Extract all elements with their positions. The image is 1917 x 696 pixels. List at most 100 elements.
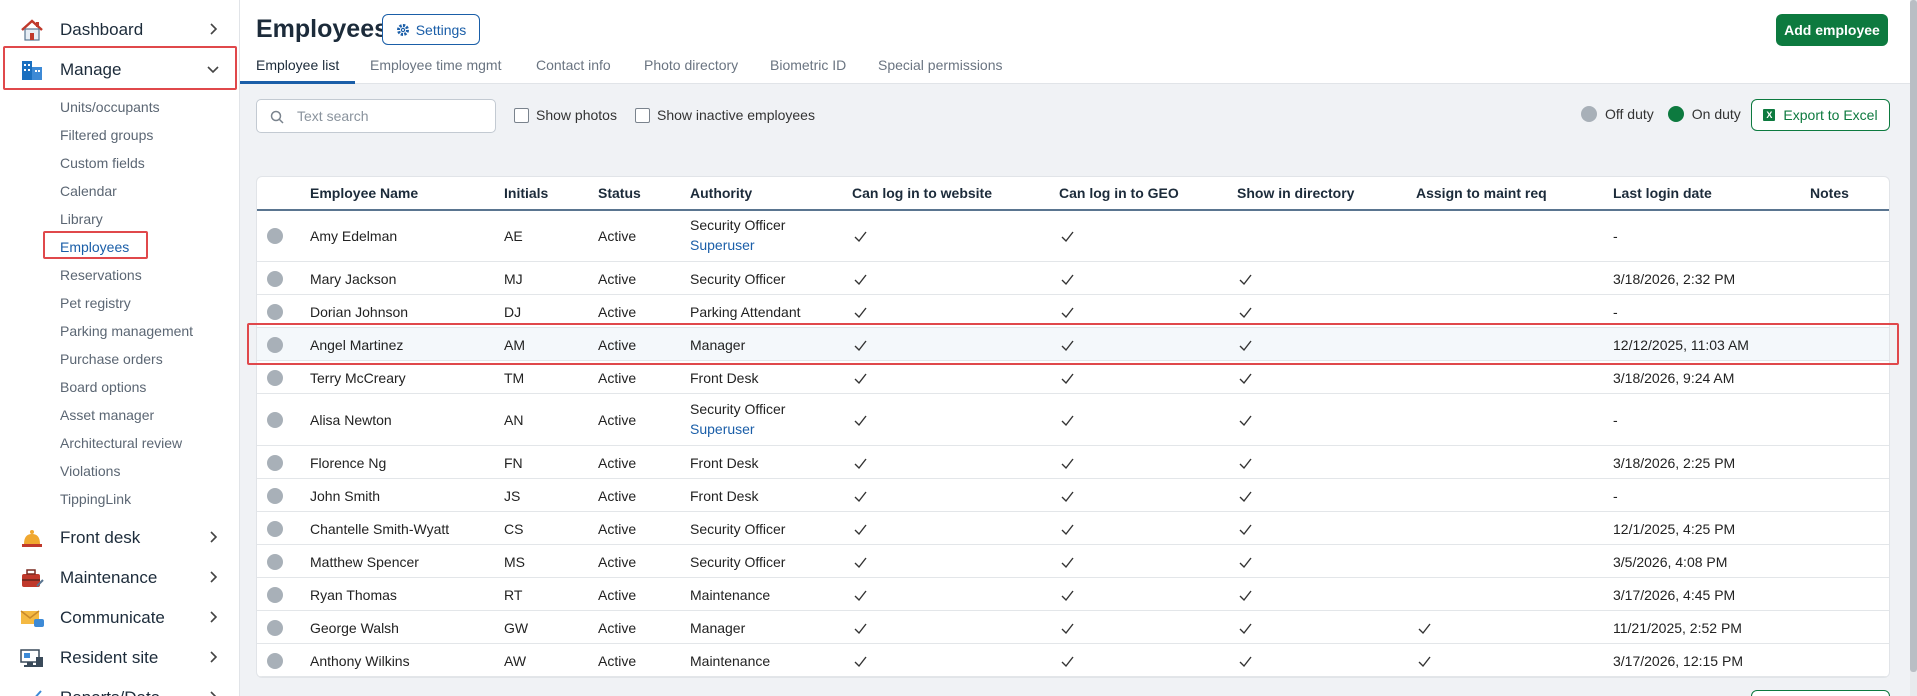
- duty-status-dot: [267, 271, 283, 287]
- last-login-date: -: [1613, 228, 1618, 244]
- employee-initials: TM: [504, 370, 525, 386]
- sidebar-item-label: Resident site: [60, 648, 159, 667]
- table-row[interactable]: Alisa Newton AN Active Security Officer Supe…: [257, 394, 1889, 446]
- check-icon: [1060, 489, 1075, 504]
- sidebar-item-dashboard[interactable]: Dashboard: [0, 10, 240, 50]
- tab-employee-list[interactable]: Employee list: [256, 57, 339, 73]
- check-icon: [1060, 555, 1075, 570]
- table-row[interactable]: Mary Jackson MJ Active Security Officer 3/18…: [257, 262, 1889, 295]
- sidebar-sub-library[interactable]: Library: [60, 210, 103, 228]
- show-inactive-checkbox[interactable]: [635, 107, 650, 123]
- employee-status: Active: [598, 271, 637, 287]
- sidebar-sub-architectural-review[interactable]: Architectural review: [60, 434, 182, 452]
- check-icon: [1060, 522, 1075, 537]
- employee-name: John Smith: [310, 488, 381, 504]
- employee-initials: RT: [504, 587, 523, 603]
- search-input[interactable]: [297, 106, 487, 126]
- check-icon: [1060, 654, 1075, 669]
- check-icon: [1238, 456, 1253, 471]
- employee-status: Active: [598, 554, 637, 570]
- sidebar-item-manage[interactable]: Manage: [0, 50, 240, 90]
- table-row[interactable]: Terry McCreary TM Active Front Desk 3/18/202…: [257, 361, 1889, 394]
- export-excel-button[interactable]: X Export to Excel: [1751, 99, 1890, 131]
- check-icon: [853, 272, 868, 287]
- check-icon: [1060, 305, 1075, 320]
- show-inactive-toggle[interactable]: Show inactive employees: [635, 107, 815, 123]
- check-icon: [1238, 272, 1253, 287]
- duty-legend: Off duty On duty: [1581, 106, 1741, 122]
- sidebar-item-resident-site[interactable]: Resident site: [0, 638, 240, 678]
- last-login-date: 12/12/2025, 11:03 AM: [1613, 337, 1749, 353]
- tab-contact-info[interactable]: Contact info: [536, 57, 611, 73]
- show-photos-checkbox[interactable]: [514, 107, 529, 123]
- table-row[interactable]: Ryan Thomas RT Active Maintenance 3/17/2026,…: [257, 578, 1889, 611]
- column-header-authority[interactable]: Authority: [690, 185, 752, 201]
- table-row[interactable]: Florence Ng FN Active Front Desk 3/18/2026, …: [257, 446, 1889, 479]
- employee-authority: Security Officer: [690, 401, 786, 417]
- check-icon: [1060, 272, 1075, 287]
- chevron-right-icon: [210, 531, 218, 543]
- column-header-name[interactable]: Employee Name: [310, 185, 418, 201]
- last-login-date: 3/17/2026, 12:15 PM: [1613, 653, 1743, 669]
- check-icon: [1060, 588, 1075, 603]
- sidebar-sub-reservations[interactable]: Reservations: [60, 266, 142, 284]
- table-row[interactable]: Amy Edelman AE Active Security Officer Super…: [257, 210, 1889, 262]
- sidebar-sub-purchase-orders[interactable]: Purchase orders: [60, 350, 163, 368]
- tab-photo-directory[interactable]: Photo directory: [644, 57, 738, 73]
- column-header-last-login[interactable]: Last login date: [1613, 185, 1712, 201]
- sidebar-sub-board-options[interactable]: Board options: [60, 378, 146, 396]
- table-row[interactable]: Dorian Johnson DJ Active Parking Attendant -: [257, 295, 1889, 328]
- sidebar-sub-pet-registry[interactable]: Pet registry: [60, 294, 131, 312]
- sidebar-sub-violations[interactable]: Violations: [60, 462, 120, 480]
- sidebar-sub-calendar[interactable]: Calendar: [60, 182, 117, 200]
- column-header-web-login[interactable]: Can log in to website: [852, 185, 992, 201]
- employee-name: Anthony Wilkins: [310, 653, 410, 669]
- sidebar-sub-tippinglink[interactable]: TippingLink: [60, 490, 131, 508]
- top-bar: Employees Settings Add employee Employee…: [240, 0, 1910, 84]
- employee-name: Mary Jackson: [310, 271, 397, 287]
- sidebar-item-reports-data[interactable]: Reports/Data: [0, 678, 240, 696]
- settings-button[interactable]: Settings: [382, 14, 480, 45]
- table-row[interactable]: John Smith JS Active Front Desk -: [257, 479, 1889, 512]
- sidebar-sub-employees[interactable]: Employees: [60, 238, 129, 256]
- employee-authority: Maintenance: [690, 653, 771, 669]
- column-header-geo-login[interactable]: Can log in to GEO: [1059, 185, 1179, 201]
- sidebar-item-label: Dashboard: [60, 20, 144, 39]
- bell-icon: [22, 530, 42, 547]
- sidebar-sub-custom-fields[interactable]: Custom fields: [60, 154, 145, 172]
- column-header-notes[interactable]: Notes: [1810, 185, 1849, 201]
- excel-icon: X: [1763, 109, 1776, 121]
- superuser-label: Superuser: [690, 237, 755, 253]
- bottom-export-button[interactable]: [1751, 690, 1890, 696]
- scrollbar-thumb[interactable]: [1910, 0, 1917, 672]
- tab-employee-time-mgmt[interactable]: Employee time mgmt: [370, 57, 501, 73]
- table-row[interactable]: Chantelle Smith-Wyatt CS Active Security Of…: [257, 512, 1889, 545]
- sidebar-sub-units-occupants[interactable]: Units/occupants: [60, 98, 160, 116]
- table-row[interactable]: Angel Martinez AM Active Manager 12/12/2025,…: [257, 328, 1889, 361]
- sidebar-item-communicate[interactable]: Communicate: [0, 598, 240, 638]
- duty-status-dot: [267, 488, 283, 504]
- column-header-status[interactable]: Status: [598, 185, 641, 201]
- add-employee-button[interactable]: Add employee: [1776, 14, 1888, 46]
- column-header-maint[interactable]: Assign to maint req: [1416, 185, 1547, 201]
- employee-authority: Security Officer: [690, 217, 786, 233]
- table-row[interactable]: George Walsh GW Active Manager 11/21/2025, 2…: [257, 611, 1889, 644]
- column-header-directory[interactable]: Show in directory: [1237, 185, 1354, 201]
- table-row[interactable]: Anthony Wilkins AW Active Maintenance 3/17/2…: [257, 644, 1889, 677]
- last-login-date: -: [1613, 304, 1618, 320]
- sidebar-sub-asset-manager[interactable]: Asset manager: [60, 406, 154, 424]
- employee-status: Active: [598, 304, 637, 320]
- sidebar-sub-parking-management[interactable]: Parking management: [60, 322, 193, 340]
- table-row[interactable]: Matthew Spencer MS Active Security Officer 3…: [257, 545, 1889, 578]
- sidebar-item-maintenance[interactable]: Maintenance: [0, 558, 240, 598]
- duty-status-dot: [267, 412, 283, 428]
- tab-biometric-id[interactable]: Biometric ID: [770, 57, 846, 73]
- check-icon: [1238, 489, 1253, 504]
- column-header-initials[interactable]: Initials: [504, 185, 548, 201]
- sidebar-item-front-desk[interactable]: Front desk: [0, 518, 240, 558]
- tab-special-permissions[interactable]: Special permissions: [878, 57, 1003, 73]
- show-photos-toggle[interactable]: Show photos: [514, 107, 617, 123]
- employee-initials: AN: [504, 412, 524, 428]
- search-icon: [270, 110, 284, 124]
- sidebar-sub-filtered-groups[interactable]: Filtered groups: [60, 126, 153, 144]
